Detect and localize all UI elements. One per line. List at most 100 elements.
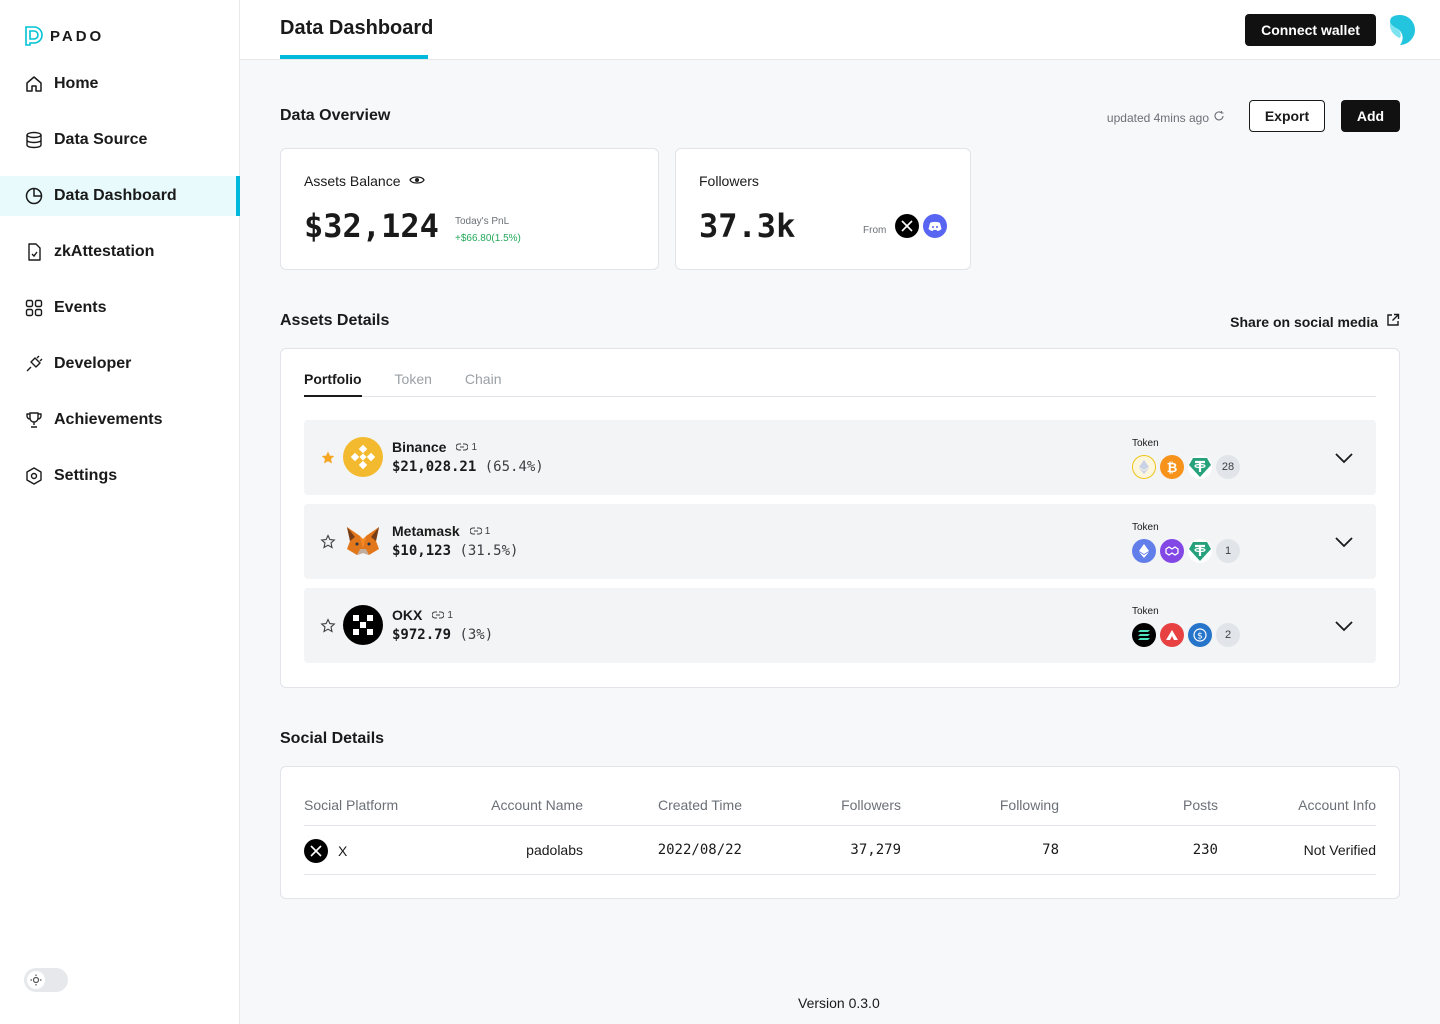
sun-icon xyxy=(27,971,45,989)
asset-name: Metamask 1 xyxy=(392,523,490,539)
sidebar-item-label: Data Dashboard xyxy=(54,187,177,204)
asset-value-amount: $21,028.21 xyxy=(392,459,477,475)
platform-cell: X xyxy=(304,839,347,863)
created-time-cell: 2022/08/22 xyxy=(657,842,742,858)
social-details-title: Social Details xyxy=(280,730,385,747)
token-label: Token xyxy=(1132,522,1159,533)
logo-text: PADO xyxy=(50,27,105,45)
sidebar-item-data-dashboard[interactable]: Data Dashboard xyxy=(0,176,240,216)
link-icon xyxy=(469,527,482,535)
updated-status: updated 4mins ago xyxy=(1107,110,1225,125)
avatar[interactable] xyxy=(1384,14,1416,46)
asset-row-binance[interactable]: Binance 1 $21,028.21 (65.4%) Token ₿ 28 xyxy=(304,420,1376,495)
usdt-icon xyxy=(1188,539,1212,563)
x-icon xyxy=(304,839,328,863)
refresh-icon[interactable] xyxy=(1213,110,1225,125)
sidebar-item-settings[interactable]: Settings xyxy=(0,456,240,496)
sidebar-item-developer[interactable]: Developer xyxy=(0,344,240,384)
discord-icon[interactable] xyxy=(923,214,947,238)
add-button[interactable]: Add xyxy=(1341,100,1400,132)
sidebar-item-label: Data Source xyxy=(54,131,148,148)
tab-portfolio[interactable]: Portfolio xyxy=(304,371,362,397)
tab-chain[interactable]: Chain xyxy=(465,371,502,397)
star-filled-icon[interactable] xyxy=(320,450,336,466)
metamask-logo-icon xyxy=(343,521,383,561)
tab-token[interactable]: Token xyxy=(395,371,432,397)
page-title: Data Dashboard xyxy=(280,17,434,39)
more-tokens-badge[interactable]: 28 xyxy=(1216,455,1240,479)
link-icon xyxy=(432,611,445,619)
pnl-value: +$66.80(1.5%) xyxy=(455,233,521,244)
asset-row-okx[interactable]: OKX 1 $972.79 (3%) Token $ 2 xyxy=(304,588,1376,663)
asset-name-text: Metamask xyxy=(392,523,460,539)
document-check-icon xyxy=(24,242,44,262)
assets-details-title: Assets Details xyxy=(280,312,390,329)
more-tokens-badge[interactable]: 1 xyxy=(1216,539,1240,563)
export-button[interactable]: Export xyxy=(1249,100,1325,132)
chevron-down-icon[interactable] xyxy=(1334,448,1354,468)
assets-balance-card: Assets Balance $32,124 Today's PnL +$66.… xyxy=(280,148,659,270)
star-outline-icon[interactable] xyxy=(320,534,336,550)
eth-icon xyxy=(1132,539,1156,563)
sidebar-item-zkattestation[interactable]: zkAttestation xyxy=(0,232,240,272)
asset-name-text: Binance xyxy=(392,439,447,455)
eye-icon[interactable] xyxy=(408,173,425,189)
share-social-button[interactable]: Share on social media xyxy=(1230,313,1400,330)
asset-value-amount: $972.79 xyxy=(392,627,452,643)
x-icon[interactable] xyxy=(895,214,919,238)
sidebar-item-label: Home xyxy=(54,75,99,92)
following-cell: 78 xyxy=(1042,842,1059,858)
from-label: From xyxy=(863,225,887,236)
updated-text: updated 4mins ago xyxy=(1106,110,1209,125)
posts-cell: 230 xyxy=(1192,842,1218,858)
account-info-cell: Not Verified xyxy=(1303,842,1376,858)
social-details-card: Social Platform Account Name Created Tim… xyxy=(280,766,1400,899)
column-header: Followers xyxy=(841,797,901,813)
asset-value: $972.79 (3%) xyxy=(392,627,493,643)
theme-toggle[interactable] xyxy=(24,968,68,992)
top-header: Data Dashboard Connect wallet xyxy=(240,0,1440,60)
chevron-down-icon[interactable] xyxy=(1334,616,1354,636)
chevron-down-icon[interactable] xyxy=(1334,532,1354,552)
social-table-header: Social Platform Account Name Created Tim… xyxy=(304,797,1376,826)
asset-row-metamask[interactable]: Metamask 1 $10,123 (31.5%) Token 1 xyxy=(304,504,1376,579)
sidebar-item-label: Events xyxy=(54,299,107,316)
more-tokens-badge[interactable]: 2 xyxy=(1216,623,1240,647)
assets-tabs: Portfolio Token Chain xyxy=(304,371,1376,397)
sidebar-item-data-source[interactable]: Data Source xyxy=(0,120,240,160)
link-count-value: 1 xyxy=(471,441,478,453)
asset-value-percent: (31.5%) xyxy=(459,543,519,559)
trophy-icon xyxy=(24,410,44,430)
sidebar-item-achievements[interactable]: Achievements xyxy=(0,400,240,440)
followers-cell: 37,279 xyxy=(850,842,901,858)
version-label: Version 0.3.0 xyxy=(798,995,880,1011)
sidebar: PADO Home Data Source Data Dashboard zkA… xyxy=(0,0,240,1024)
eth-icon xyxy=(1132,455,1156,479)
column-header: Created Time xyxy=(657,797,742,813)
usdc-icon: $ xyxy=(1188,623,1212,647)
binance-logo-icon xyxy=(343,437,383,477)
account-name-cell: padolabs xyxy=(526,842,583,858)
column-header: Following xyxy=(999,797,1059,813)
grid-icon xyxy=(24,298,44,318)
avax-icon xyxy=(1160,623,1184,647)
connect-wallet-button[interactable]: Connect wallet xyxy=(1245,14,1376,46)
pnl-label: Today's PnL xyxy=(455,216,510,227)
pie-chart-icon xyxy=(24,186,44,206)
sidebar-item-events[interactable]: Events xyxy=(0,288,240,328)
logo[interactable]: PADO xyxy=(24,25,104,47)
sidebar-item-home[interactable]: Home xyxy=(0,64,240,104)
svg-text:$: $ xyxy=(1197,632,1203,642)
star-outline-icon[interactable] xyxy=(320,618,336,634)
pado-logo-icon xyxy=(25,26,43,46)
assets-balance-label-text: Assets Balance xyxy=(304,173,401,189)
sidebar-nav: Home Data Source Data Dashboard zkAttest… xyxy=(0,64,240,512)
table-row[interactable]: X padolabs 2022/08/22 37,279 78 230 Not … xyxy=(304,826,1376,875)
column-header: Social Platform xyxy=(304,797,399,813)
sidebar-item-label: Settings xyxy=(54,467,118,484)
platform-name: X xyxy=(338,843,348,859)
asset-value: $21,028.21 (65.4%) xyxy=(392,459,544,475)
sol-icon xyxy=(1132,623,1156,647)
matic-icon xyxy=(1160,539,1184,563)
assets-balance-value: $32,124 xyxy=(304,207,439,245)
